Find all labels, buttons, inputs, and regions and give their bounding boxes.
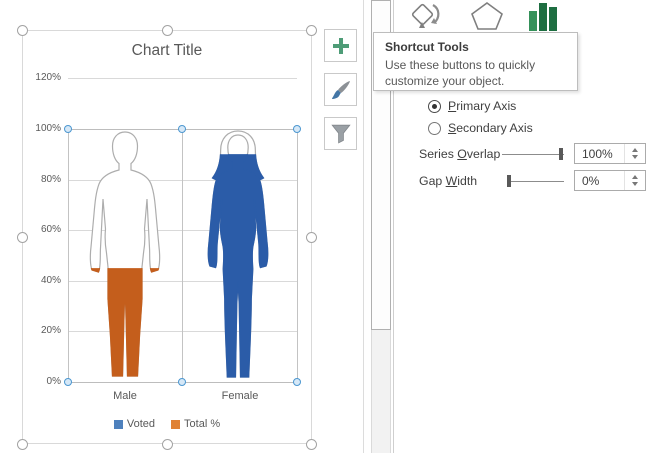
chart-legend[interactable]: Voted Total % (23, 418, 311, 430)
chart-elements-button[interactable] (324, 29, 357, 62)
resize-handle-w[interactable] (17, 232, 28, 243)
gap-width-value[interactable]: 0% (575, 174, 624, 188)
gap-width-label: Gap Width (419, 174, 478, 188)
tooltip-text-line2: customize your object. (385, 73, 505, 88)
y-axis-tick: 100% (35, 123, 61, 134)
legend-label: Total % (184, 418, 221, 430)
plot-border-left (68, 129, 69, 382)
series-point-handle[interactable] (178, 125, 186, 133)
spin-up-icon[interactable] (632, 147, 638, 152)
resize-handle-e[interactable] (306, 232, 317, 243)
secondary-axis-option[interactable]: Secondary Axis (428, 121, 533, 135)
female-silhouette-fill (187, 129, 289, 382)
legend-item-voted[interactable]: Voted (113, 418, 156, 430)
chart-filters-button[interactable] (324, 117, 357, 150)
y-axis-tick: 20% (40, 325, 61, 336)
y-axis-tick: 40% (40, 275, 61, 286)
series-overlap-spinbox[interactable]: 100% (574, 143, 646, 164)
series-options-tab[interactable] (527, 0, 559, 31)
chart-object[interactable]: Chart Title 120% 100% 80% 60% 40% 20% 0% (17, 25, 317, 450)
gap-width-slider-thumb[interactable] (507, 175, 511, 187)
category-label-male: Male (113, 390, 137, 402)
spin-up-icon[interactable] (632, 174, 638, 179)
resize-handle-ne[interactable] (306, 25, 317, 36)
resize-handle-n[interactable] (162, 25, 173, 36)
resize-handle-s[interactable] (162, 439, 173, 450)
plot-border-right (297, 129, 298, 382)
series-point-handle[interactable] (64, 378, 72, 386)
gap-width-slider-track[interactable] (507, 175, 564, 187)
worksheet-edge-divider (363, 0, 364, 453)
male-silhouette[interactable] (75, 129, 175, 382)
radio-primary-axis[interactable] (428, 99, 441, 113)
series-overlap-slider-track[interactable] (502, 148, 564, 160)
secondary-axis-label: Secondary Axis (448, 121, 533, 135)
primary-axis-option[interactable]: Primary Axis (428, 99, 516, 113)
primary-axis-label: Primary Axis (448, 99, 517, 113)
chart-styles-button[interactable] (324, 73, 357, 106)
category-label-female: Female (221, 390, 259, 402)
paint-bucket-icon (411, 3, 440, 28)
tooltip-title: Shortcut Tools (385, 40, 469, 54)
spin-down-icon[interactable] (632, 155, 638, 160)
series-point-handle[interactable] (293, 125, 301, 133)
spin-down-icon[interactable] (632, 182, 638, 187)
pentagon-icon (471, 2, 503, 30)
plot-divider (182, 129, 183, 382)
paintbrush-icon (331, 80, 350, 99)
female-silhouette[interactable] (187, 129, 289, 382)
legend-swatch-voted (113, 419, 123, 429)
shortcut-tools-tooltip: Shortcut Tools Use these buttons to quic… (373, 32, 578, 91)
effects-tab[interactable] (469, 0, 505, 31)
series-point-handle[interactable] (64, 125, 72, 133)
resize-handle-nw[interactable] (17, 25, 28, 36)
series-point-handle[interactable] (293, 378, 301, 386)
chart-title[interactable]: Chart Title (23, 42, 311, 60)
fill-line-tab[interactable] (409, 0, 445, 31)
series-overlap-label: Series Overlap (419, 147, 501, 161)
series-overlap-slider-thumb[interactable] (559, 148, 563, 160)
bar-chart-icon (529, 3, 557, 31)
y-axis-tick: 0% (46, 376, 61, 387)
legend-label: Voted (126, 418, 156, 430)
plus-icon (332, 37, 349, 54)
series-overlap-value[interactable]: 100% (575, 147, 624, 161)
y-axis-tick: 120% (35, 72, 61, 83)
gap-width-spinbox[interactable]: 0% (574, 170, 646, 191)
funnel-icon (330, 124, 351, 143)
legend-item-total[interactable]: Total % (171, 418, 220, 430)
series-overlap-spinner[interactable] (624, 144, 645, 163)
tooltip-text-line1: Use these buttons to quickly (385, 58, 536, 72)
legend-swatch-total (171, 419, 181, 429)
y-axis-tick: 80% (40, 174, 61, 185)
resize-handle-se[interactable] (306, 439, 317, 450)
series-point-handle[interactable] (178, 378, 186, 386)
gap-width-spinner[interactable] (624, 171, 645, 190)
gridline (68, 78, 297, 79)
radio-secondary-axis[interactable] (428, 121, 441, 135)
y-axis-tick: 60% (40, 224, 61, 235)
resize-handle-sw[interactable] (17, 439, 28, 450)
